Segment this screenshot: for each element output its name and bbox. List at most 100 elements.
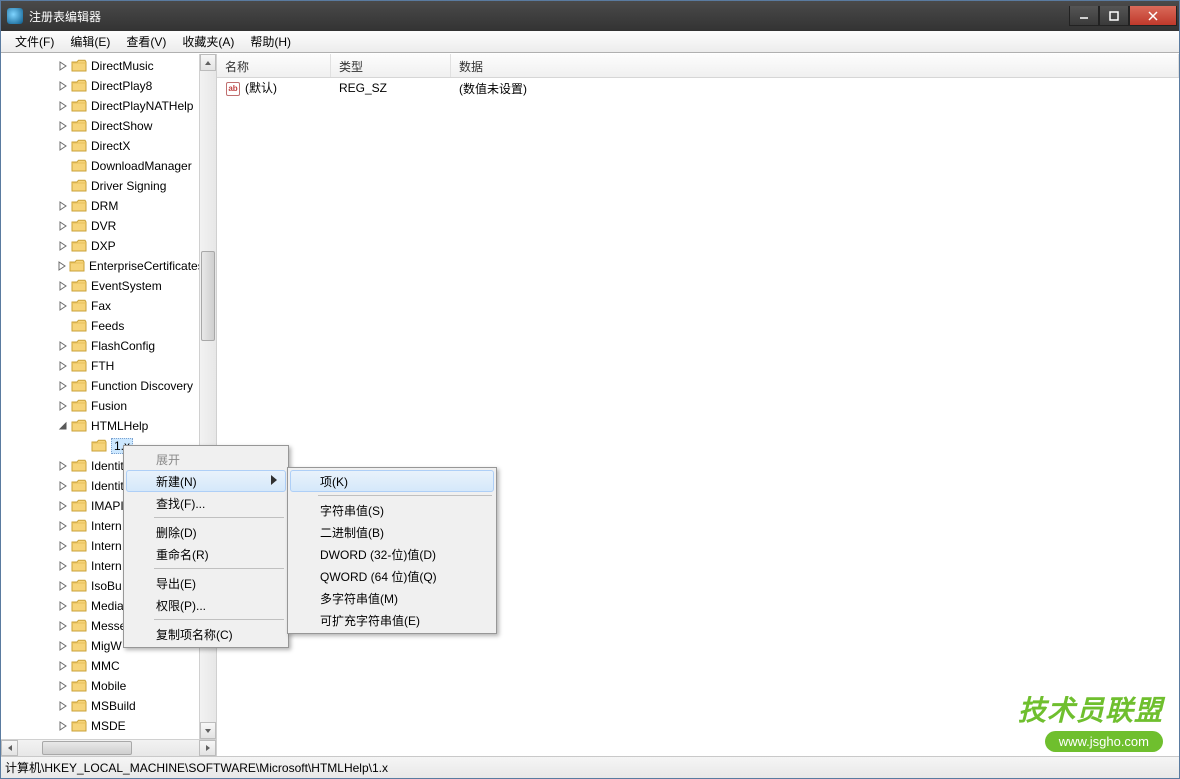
expand-icon[interactable] [57, 620, 69, 632]
tree-item-fth[interactable]: FTH [1, 356, 199, 376]
expand-icon[interactable] [57, 240, 69, 252]
titlebar[interactable]: 注册表编辑器 [1, 1, 1179, 31]
expand-icon[interactable] [57, 460, 69, 472]
tree-item-msbuild[interactable]: MSBuild [1, 696, 199, 716]
expand-icon[interactable] [57, 580, 69, 592]
expand-icon[interactable] [57, 380, 69, 392]
tree-item-dxp[interactable]: DXP [1, 236, 199, 256]
context-menu-item[interactable]: 重命名(R) [126, 543, 286, 565]
scroll-down-button[interactable] [200, 722, 216, 739]
tree-item-enterprisecertificates[interactable]: EnterpriseCertificates [1, 256, 199, 276]
scroll-left-button[interactable] [1, 740, 18, 756]
expand-icon[interactable] [57, 600, 69, 612]
submenu-item[interactable]: 多字符串值(M) [290, 587, 494, 609]
menu-file[interactable]: 文件(F) [7, 31, 62, 52]
expand-icon[interactable] [57, 200, 69, 212]
context-menu-item[interactable]: 新建(N) [126, 470, 286, 492]
tree-item-eventsystem[interactable]: EventSystem [1, 276, 199, 296]
tree-item-downloadmanager[interactable]: DownloadManager [1, 156, 199, 176]
col-type[interactable]: 类型 [331, 54, 451, 77]
tree-item-htmlhelp[interactable]: HTMLHelp [1, 416, 199, 436]
expand-icon[interactable] [57, 720, 69, 732]
context-menu-item-label: 重命名(R) [156, 546, 209, 563]
expand-icon[interactable] [57, 560, 69, 572]
expand-icon[interactable] [57, 540, 69, 552]
expand-icon[interactable] [57, 260, 67, 272]
context-submenu-new[interactable]: 项(K) 字符串值(S)二进制值(B)DWORD (32-位)值(D)QWORD … [287, 467, 497, 634]
expand-icon[interactable] [57, 480, 69, 492]
tree-item-directx[interactable]: DirectX [1, 136, 199, 156]
submenu-item[interactable]: 可扩充字符串值(E) [290, 609, 494, 631]
tree-item-flashconfig[interactable]: FlashConfig [1, 336, 199, 356]
expand-icon[interactable] [57, 280, 69, 292]
expand-icon[interactable] [57, 220, 69, 232]
tree-item-msde[interactable]: MSDE [1, 716, 199, 736]
list-row[interactable]: ab(默认) REG_SZ (数值未设置) [217, 78, 1179, 98]
context-menu-item[interactable]: 权限(P)... [126, 594, 286, 616]
expand-icon[interactable] [57, 340, 69, 352]
expand-icon[interactable] [57, 660, 69, 672]
expand-icon[interactable] [57, 680, 69, 692]
tree-item-directplay8[interactable]: DirectPlay8 [1, 76, 199, 96]
context-menu-item[interactable]: 导出(E) [126, 572, 286, 594]
expand-icon[interactable] [57, 360, 69, 372]
collapse-icon[interactable] [57, 420, 69, 432]
tree-item-fusion[interactable]: Fusion [1, 396, 199, 416]
maximize-button[interactable] [1099, 6, 1129, 26]
minimize-button[interactable] [1069, 6, 1099, 26]
scroll-thumb[interactable] [201, 251, 215, 341]
tree-item-mobile[interactable]: Mobile [1, 676, 199, 696]
menu-help[interactable]: 帮助(H) [242, 31, 299, 52]
scroll-track-h[interactable] [18, 740, 199, 756]
scroll-up-button[interactable] [200, 54, 216, 71]
submenu-item[interactable]: 字符串值(S) [290, 499, 494, 521]
submenu-item[interactable]: 项(K) [290, 470, 494, 492]
expand-icon[interactable] [57, 400, 69, 412]
tree-hscrollbar[interactable] [1, 739, 216, 756]
submenu-item[interactable]: DWORD (32-位)值(D) [290, 543, 494, 565]
tree-item-fax[interactable]: Fax [1, 296, 199, 316]
tree-item-feeds[interactable]: Feeds [1, 316, 199, 336]
context-menu-item[interactable]: 删除(D) [126, 521, 286, 543]
expander-none [77, 440, 89, 452]
context-menu-item[interactable]: 查找(F)... [126, 492, 286, 514]
menu-view[interactable]: 查看(V) [118, 31, 174, 52]
tree-item-label: DRM [91, 199, 118, 213]
submenu-item[interactable]: 二进制值(B) [290, 521, 494, 543]
tree-item-directmusic[interactable]: DirectMusic [1, 56, 199, 76]
context-menu[interactable]: 展开新建(N)查找(F)...删除(D)重命名(R)导出(E)权限(P)...复… [123, 445, 289, 648]
expand-icon[interactable] [57, 300, 69, 312]
tree-item-directplaynathelp[interactable]: DirectPlayNATHelp [1, 96, 199, 116]
expander-none [57, 160, 69, 172]
expand-icon[interactable] [57, 100, 69, 112]
context-menu-item[interactable]: 复制项名称(C) [126, 623, 286, 645]
menu-favorites[interactable]: 收藏夹(A) [174, 31, 242, 52]
expand-icon[interactable] [57, 80, 69, 92]
scroll-thumb-h[interactable] [42, 741, 132, 755]
expand-icon[interactable] [57, 120, 69, 132]
expand-icon[interactable] [57, 60, 69, 72]
tree-item-mmc[interactable]: MMC [1, 656, 199, 676]
value-type: REG_SZ [331, 81, 451, 95]
folder-icon [71, 559, 87, 573]
folder-icon [71, 479, 87, 493]
expand-icon[interactable] [57, 700, 69, 712]
scroll-right-button[interactable] [199, 740, 216, 756]
expand-icon[interactable] [57, 500, 69, 512]
tree-item-directshow[interactable]: DirectShow [1, 116, 199, 136]
tree-item-dvr[interactable]: DVR [1, 216, 199, 236]
tree-item-driver-signing[interactable]: Driver Signing [1, 176, 199, 196]
col-data[interactable]: 数据 [451, 54, 1179, 77]
tree-item-drm[interactable]: DRM [1, 196, 199, 216]
tree-item-label: MigW [91, 639, 122, 653]
expand-icon[interactable] [57, 520, 69, 532]
close-button[interactable] [1129, 6, 1177, 26]
expand-icon[interactable] [57, 140, 69, 152]
tree-item-label: DirectX [91, 139, 130, 153]
expand-icon[interactable] [57, 640, 69, 652]
menu-edit[interactable]: 编辑(E) [62, 31, 118, 52]
col-name[interactable]: 名称 [217, 54, 331, 77]
list-body[interactable]: ab(默认) REG_SZ (数值未设置) [217, 78, 1179, 756]
submenu-item[interactable]: QWORD (64 位)值(Q) [290, 565, 494, 587]
tree-item-function-discovery[interactable]: Function Discovery [1, 376, 199, 396]
